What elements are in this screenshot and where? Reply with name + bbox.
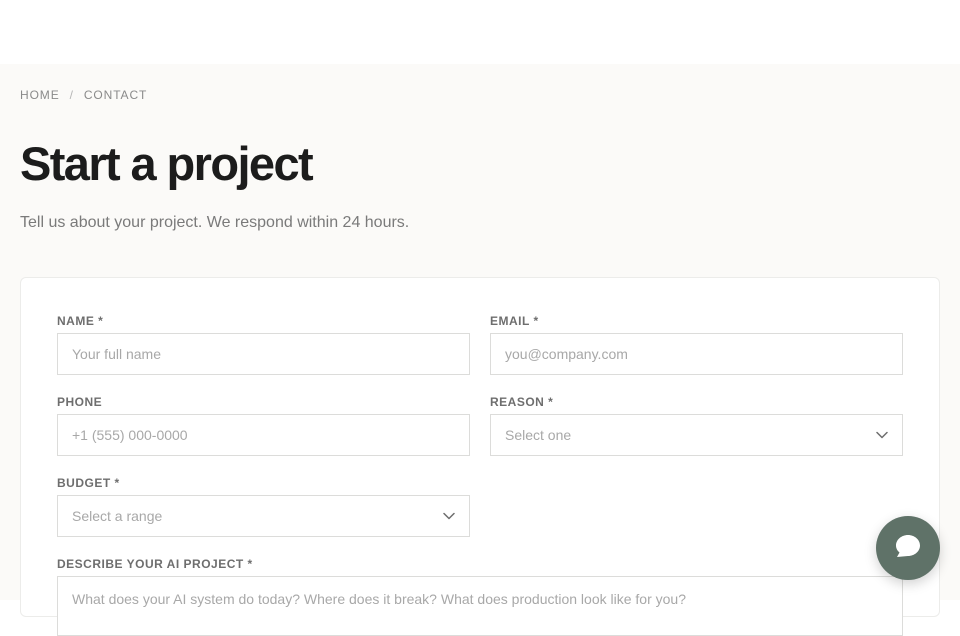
budget-label: BUDGET *	[57, 476, 120, 490]
chevron-down-icon	[876, 429, 888, 441]
breadcrumb-current: CONTACT	[83, 88, 148, 102]
top-navigation-bar	[0, 0, 960, 64]
description-label: DESCRIBE YOUR AI PROJECT *	[57, 557, 253, 571]
reason-select[interactable]: Select one	[490, 414, 903, 456]
page-title: Start a project	[20, 137, 314, 190]
name-input[interactable]	[57, 333, 470, 375]
reason-select-value: Select one	[505, 427, 572, 443]
phone-input[interactable]	[57, 414, 470, 456]
chat-bubble-icon	[895, 534, 921, 563]
breadcrumb: HOME / CONTACT	[20, 88, 147, 102]
budget-select[interactable]: Select a range	[57, 495, 470, 537]
contact-form: NAME * EMAIL * PHONE REASON * Select one…	[20, 277, 940, 636]
chevron-down-icon	[443, 510, 455, 522]
breadcrumb-home-link[interactable]: HOME	[20, 88, 60, 102]
phone-label: PHONE	[57, 395, 103, 409]
name-label: NAME *	[57, 314, 104, 328]
budget-select-value: Select a range	[72, 508, 163, 524]
email-input[interactable]	[490, 333, 903, 375]
reason-label: REASON *	[490, 395, 554, 409]
chat-button[interactable]	[876, 516, 940, 580]
page-subtitle: Tell us about your project. We respond w…	[20, 214, 410, 231]
description-textarea[interactable]	[57, 576, 903, 636]
contact-page: HOME / CONTACT Start a project Tell us a…	[0, 64, 960, 636]
breadcrumb-separator: /	[69, 88, 74, 102]
email-label: EMAIL *	[490, 314, 539, 328]
